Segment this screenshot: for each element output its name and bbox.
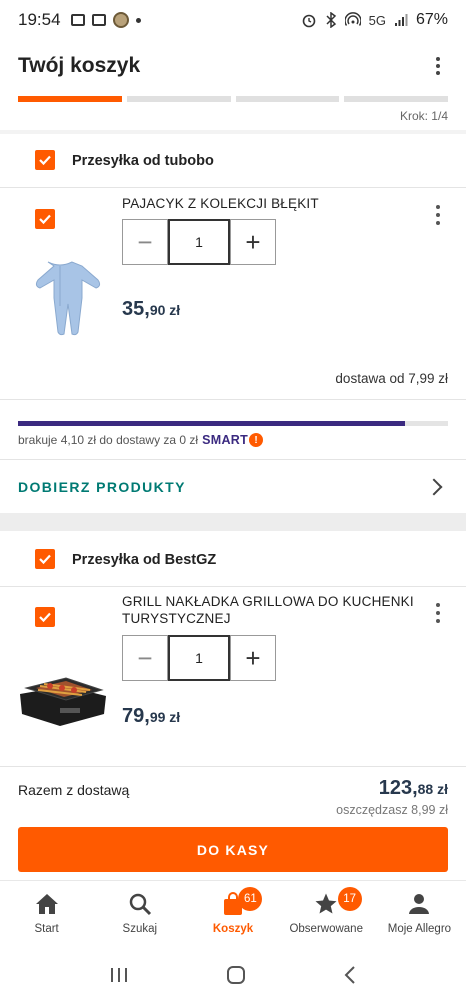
- step-label: Krok: 1/4: [399, 109, 448, 123]
- item-1-price-main: 35,: [122, 298, 150, 320]
- nav-label: Koszyk: [212, 923, 254, 935]
- item-2-more-icon[interactable]: [432, 603, 444, 623]
- item-1-price-cents: 90 zł: [149, 302, 181, 318]
- divider: [0, 399, 466, 400]
- nav-start[interactable]: Start: [0, 881, 93, 950]
- smart-missing-text: brakuje 4,10 zł do dostawy za 0 zł: [18, 433, 199, 447]
- item-2-quantity-input[interactable]: 1: [168, 635, 230, 681]
- checkout-progress: [18, 96, 448, 102]
- status-time: 19:54: [18, 10, 61, 29]
- page-title: Twój koszyk: [18, 54, 141, 77]
- item-2-quantity-stepper: − 1 +: [122, 635, 276, 681]
- total-price: 123,88 zł: [379, 777, 448, 800]
- star-icon: [313, 891, 339, 917]
- cart-count-badge: 61: [238, 887, 263, 911]
- shipment-2-checkbox[interactable]: [35, 549, 55, 569]
- checkout-button[interactable]: DO KASY: [18, 827, 448, 872]
- alarm-icon: [302, 14, 315, 28]
- smart-badge-icon: !: [249, 433, 264, 447]
- nav-label: Szukaj: [122, 923, 158, 935]
- more-options-icon[interactable]: [428, 54, 448, 78]
- chevron-right-icon: [425, 478, 443, 496]
- recent-apps-icon[interactable]: [109, 966, 129, 984]
- item-1-name[interactable]: PAJACYK Z KOLEKCJI BŁĘKIT: [122, 195, 422, 212]
- progress-step-4: [344, 96, 448, 102]
- hotspot-icon: [344, 12, 361, 26]
- item-2-checkbox[interactable]: [35, 607, 55, 627]
- app-notification-icon: [112, 12, 129, 28]
- progress-step-1: [18, 96, 122, 102]
- divider: [0, 766, 466, 767]
- total-price-cents: 88 zł: [417, 781, 448, 797]
- nav-search[interactable]: Szukaj: [93, 881, 186, 950]
- divider: [0, 459, 466, 460]
- item-1-more-icon[interactable]: [432, 205, 444, 225]
- mail-notification-icon: [70, 14, 85, 26]
- item-2-name[interactable]: GRILL NAKŁADKA GRILLOWA DO KUCHENKI TURY…: [122, 593, 422, 627]
- divider: [0, 586, 466, 587]
- bluetooth-icon: [326, 12, 336, 28]
- total-price-main: 123,: [378, 777, 418, 799]
- home-icon: [34, 891, 60, 917]
- home-button-icon[interactable]: [226, 965, 246, 985]
- more-notifications-icon: [135, 17, 141, 23]
- delivery-cost: dostawa od 7,99 zł: [335, 371, 448, 386]
- nav-label: Obserwowane: [289, 923, 363, 935]
- onesie-product-image[interactable]: [18, 258, 102, 338]
- shipment-2-title: Przesyłka od BestGZ: [72, 552, 217, 568]
- search-icon: [127, 891, 153, 917]
- item-2-price: 79,99 zł: [122, 705, 180, 728]
- grill-product-image[interactable]: [16, 664, 110, 730]
- smart-progress-fill: [18, 421, 405, 426]
- add-products-button[interactable]: DOBIERZ PRODUKTY: [0, 461, 466, 513]
- shipment-1-title: Przesyłka od tubobo: [72, 153, 214, 169]
- nav-label: Start: [34, 923, 59, 935]
- user-icon: [406, 891, 432, 917]
- item-2-price-cents: 99 zł: [149, 709, 181, 725]
- progress-step-3: [235, 96, 340, 102]
- item-2-decrease-button[interactable]: −: [122, 635, 168, 681]
- nav-label: Moje Allegro: [387, 923, 452, 935]
- smart-logo: SMART: [202, 433, 249, 447]
- item-1-quantity-input[interactable]: 1: [168, 219, 230, 265]
- nav-cart[interactable]: 61 Koszyk: [186, 881, 279, 950]
- progress-step-2: [126, 96, 231, 102]
- battery-percentage: 67%: [415, 11, 448, 28]
- total-label: Razem z dostawą: [18, 782, 130, 798]
- status-bar: 19:54 5G 67%: [0, 0, 466, 40]
- nav-my-allegro[interactable]: Moje Allegro: [373, 881, 466, 950]
- item-1-decrease-button[interactable]: −: [122, 219, 168, 265]
- signal-icon: [394, 14, 408, 26]
- shipment-1-checkbox[interactable]: [35, 150, 55, 170]
- divider: [0, 187, 466, 188]
- nav-watched[interactable]: 17 Obserwowane: [280, 881, 373, 950]
- item-1-quantity-stepper: − 1 +: [122, 219, 276, 265]
- system-nav-bar: [0, 950, 466, 999]
- watched-count-badge: 17: [337, 887, 362, 911]
- item-1-increase-button[interactable]: +: [230, 219, 276, 265]
- app-header: Twój koszyk: [0, 40, 466, 92]
- network-type: 5G: [368, 12, 386, 28]
- bottom-nav: Start Szukaj 61 Koszyk 17 Obserwowane Mo…: [0, 880, 466, 950]
- item-1-checkbox[interactable]: [35, 209, 55, 229]
- smart-info: brakuje 4,10 zł do dostawy za 0 zł SMART…: [18, 433, 264, 447]
- add-products-label: DOBIERZ PRODUKTY: [18, 479, 186, 495]
- image-notification-icon: [91, 14, 106, 26]
- item-1-price: 35,90 zł: [122, 298, 180, 321]
- savings-text: oszczędzasz 8,99 zł: [336, 803, 448, 817]
- back-icon[interactable]: [343, 965, 357, 985]
- section-divider: [0, 130, 466, 134]
- item-2-price-main: 79,: [122, 705, 150, 727]
- item-2-increase-button[interactable]: +: [230, 635, 276, 681]
- smart-progress-bar: [18, 421, 448, 426]
- section-gap: [0, 513, 466, 531]
